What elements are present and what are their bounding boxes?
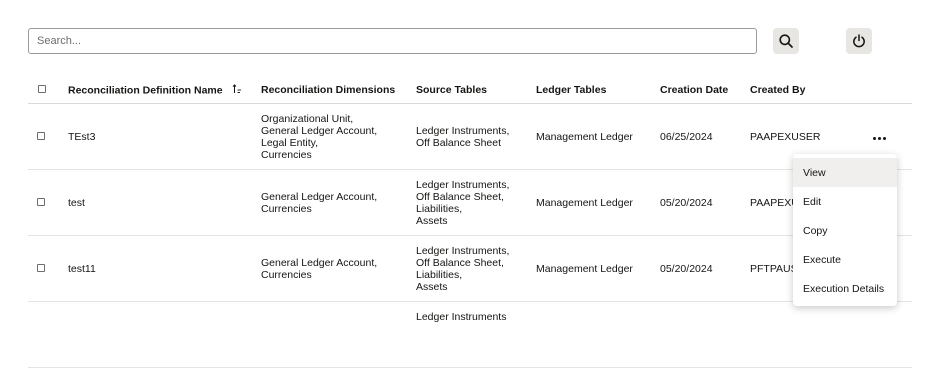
dimensions-cell: General Ledger Account, Currencies: [261, 235, 416, 302]
search-input[interactable]: [28, 28, 757, 54]
name-cell: test11: [68, 235, 261, 302]
dimension-item: General Ledger Account,: [261, 256, 378, 269]
table-row[interactable]: TEst3 Organizational Unit, General Ledge…: [28, 103, 912, 170]
ledger-tables-cell: Management Ledger: [536, 103, 660, 170]
row-select-cell: [28, 103, 68, 170]
dimension-item: Currencies: [261, 202, 312, 215]
reconciliation-table: Reconciliation Definition Name Reconcili…: [28, 77, 912, 368]
table-header-row: Reconciliation Definition Name Reconcili…: [28, 77, 912, 104]
name-cell: TEst3: [68, 103, 261, 170]
source-table-item: Assets: [416, 280, 448, 293]
more-actions-button[interactable]: [873, 136, 886, 140]
source-table-item: Ledger Instruments,: [416, 124, 510, 137]
name-cell: [68, 301, 261, 368]
menu-item-execute[interactable]: Execute: [793, 245, 897, 274]
menu-item-execution-details[interactable]: Execution Details: [793, 274, 897, 303]
creation-date-cell: [660, 301, 750, 368]
ledger-tables-cell: [536, 301, 660, 368]
refresh-button[interactable]: [846, 28, 872, 54]
ellipsis-icon: [873, 136, 886, 140]
row-checkbox[interactable]: [37, 197, 45, 206]
header-name[interactable]: Reconciliation Definition Name: [68, 77, 261, 104]
table-row[interactable]: Ledger Instruments: [28, 301, 912, 368]
dimensions-cell: General Ledger Account, Currencies: [261, 169, 416, 236]
source-table-item: Liabilities,: [416, 268, 463, 281]
dimensions-cell: Organizational Unit, General Ledger Acco…: [261, 103, 416, 170]
row-checkbox[interactable]: [37, 131, 45, 140]
row-actions-menu: View Edit Copy Execute Execution Details: [793, 154, 897, 306]
creation-date-cell: 06/25/2024: [660, 103, 750, 170]
table-row[interactable]: test11 General Ledger Account, Currencie…: [28, 235, 912, 302]
dimension-item: Currencies: [261, 268, 312, 281]
source-table-item: Assets: [416, 214, 448, 227]
header-creation-date[interactable]: Creation Date: [660, 77, 750, 104]
power-refresh-icon: [853, 34, 865, 48]
source-tables-cell: Ledger Instruments, Off Balance Sheet, L…: [416, 169, 536, 236]
created-by-cell: [750, 301, 866, 368]
source-table-item: Ledger Instruments: [416, 311, 507, 323]
menu-item-view[interactable]: View: [793, 158, 897, 187]
header-actions: [866, 77, 912, 104]
sort-icon[interactable]: [232, 83, 242, 97]
source-table-item: Ledger Instruments,: [416, 244, 510, 257]
search-button[interactable]: [773, 28, 799, 54]
creation-date-cell: 05/20/2024: [660, 235, 750, 302]
dimension-item: General Ledger Account,: [261, 190, 378, 203]
source-table-item: Off Balance Sheet: [416, 136, 502, 149]
header-source-tables[interactable]: Source Tables: [416, 77, 536, 104]
table-row[interactable]: test General Ledger Account, Currencies …: [28, 169, 912, 236]
row-select-cell: [28, 169, 68, 236]
source-table-item: Ledger Instruments,: [416, 178, 510, 191]
row-select-cell: [28, 301, 68, 368]
search-icon: [779, 34, 793, 48]
ledger-tables-cell: Management Ledger: [536, 169, 660, 236]
header-name-label: Reconciliation Definition Name: [68, 83, 223, 96]
header-created-by[interactable]: Created By: [750, 77, 866, 104]
dimension-item: Currencies: [261, 148, 312, 161]
ledger-tables-cell: Management Ledger: [536, 235, 660, 302]
name-cell: test: [68, 169, 261, 236]
header-ledger-tables[interactable]: Ledger Tables: [536, 77, 660, 104]
dimension-item: General Ledger Account,: [261, 124, 378, 137]
select-all-checkbox[interactable]: [38, 85, 46, 93]
source-table-item: Off Balance Sheet,: [416, 256, 504, 269]
actions-cell: [866, 301, 912, 368]
creation-date-cell: 05/20/2024: [660, 169, 750, 236]
source-tables-cell: Ledger Instruments, Off Balance Sheet: [416, 103, 536, 170]
dimension-item: Organizational Unit,: [261, 112, 354, 125]
source-table-item: Liabilities,: [416, 202, 463, 215]
dimension-item: Legal Entity,: [261, 136, 319, 149]
row-select-cell: [28, 235, 68, 302]
header-dimensions[interactable]: Reconciliation Dimensions: [261, 77, 416, 104]
source-tables-cell: Ledger Instruments: [416, 301, 536, 368]
dimensions-cell: [261, 301, 416, 368]
menu-item-copy[interactable]: Copy: [793, 216, 897, 245]
menu-item-edit[interactable]: Edit: [793, 187, 897, 216]
source-tables-cell: Ledger Instruments, Off Balance Sheet, L…: [416, 235, 536, 302]
header-select-all-cell: [28, 77, 68, 104]
source-table-item: Off Balance Sheet,: [416, 190, 504, 203]
row-checkbox[interactable]: [37, 263, 45, 272]
